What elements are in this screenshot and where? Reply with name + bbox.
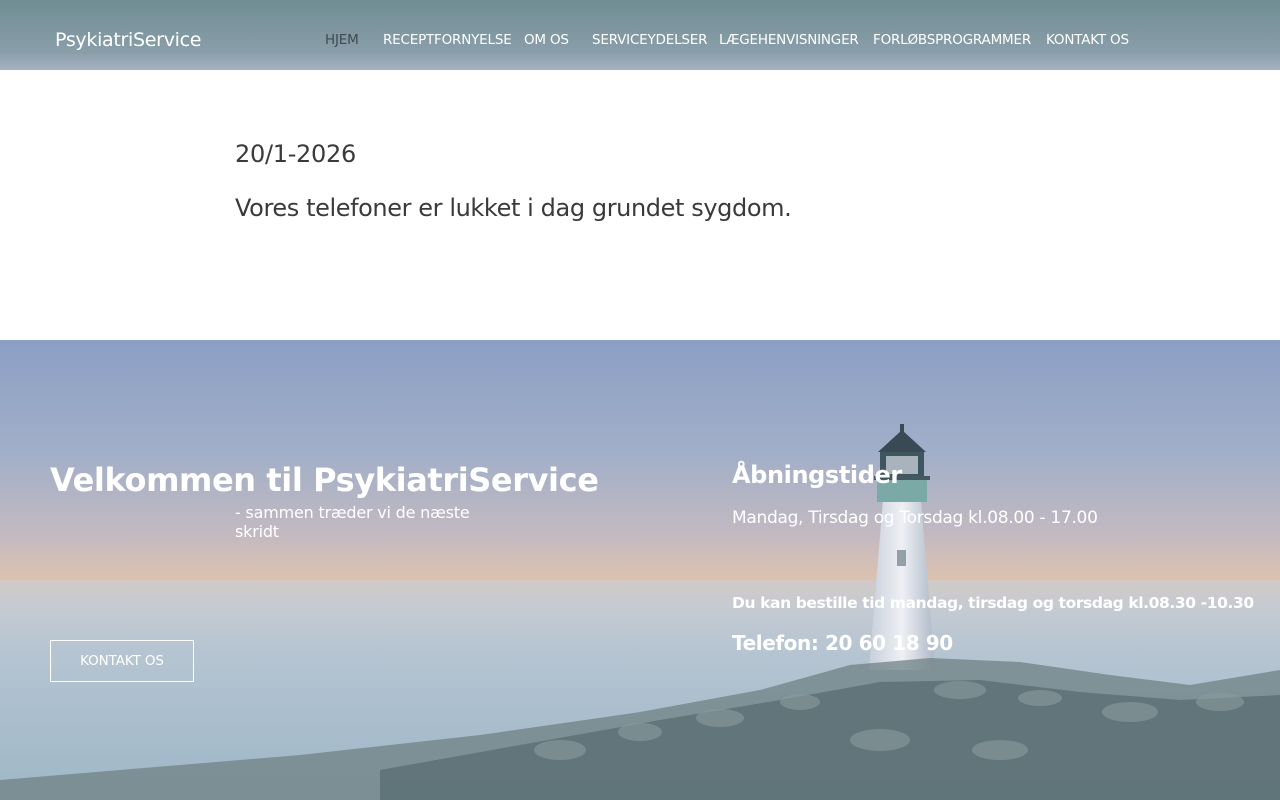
nav-item-hjem[interactable]: HJEM [325, 32, 359, 48]
nav-item-serviceydelser[interactable]: SERVICEYDELSER [592, 32, 707, 48]
notice-date: 20/1-2026 [235, 140, 356, 168]
nav-item-kontakt-os[interactable]: KONTAKT OS [1046, 32, 1129, 48]
welcome-subtitle: - sammen træder vi de næste skridt [235, 503, 470, 541]
nav-item-om-os[interactable]: OM OS [524, 32, 569, 48]
hero-section: Velkommen til PsykiatriService - sammen … [0, 340, 1280, 800]
notice-text: Vores telefoner er lukket i dag grundet … [235, 194, 792, 222]
nav-item-forloebsprogrammer[interactable]: FORLØBSPROGRAMMER [873, 32, 1031, 48]
welcome-title: Velkommen til PsykiatriService [50, 461, 599, 499]
lighthouse-background-image [0, 424, 1280, 800]
opening-hours-text: Mandag, Tirsdag og Torsdag kl.08.00 - 17… [732, 508, 1098, 528]
site-header: PsykiatriService HJEM RECEPTFORNYELSE OM… [0, 0, 1280, 70]
opening-hours-title: Åbningstider [732, 461, 902, 489]
main-nav: HJEM RECEPTFORNYELSE OM OS SERVICEYDELSE… [0, 32, 1280, 50]
nav-item-laegehenvisninger[interactable]: LÆGEHENVISNINGER [719, 32, 859, 48]
phone-number[interactable]: Telefon: 20 60 18 90 [732, 631, 953, 655]
booking-hours-text: Du kan bestille tid mandag, tirsdag og t… [732, 594, 1254, 612]
notice-section: 20/1-2026 Vores telefoner er lukket i da… [235, 140, 1135, 222]
nav-item-receptfornyelse[interactable]: RECEPTFORNYELSE [383, 32, 512, 48]
contact-us-button[interactable]: KONTAKT OS [50, 640, 194, 682]
